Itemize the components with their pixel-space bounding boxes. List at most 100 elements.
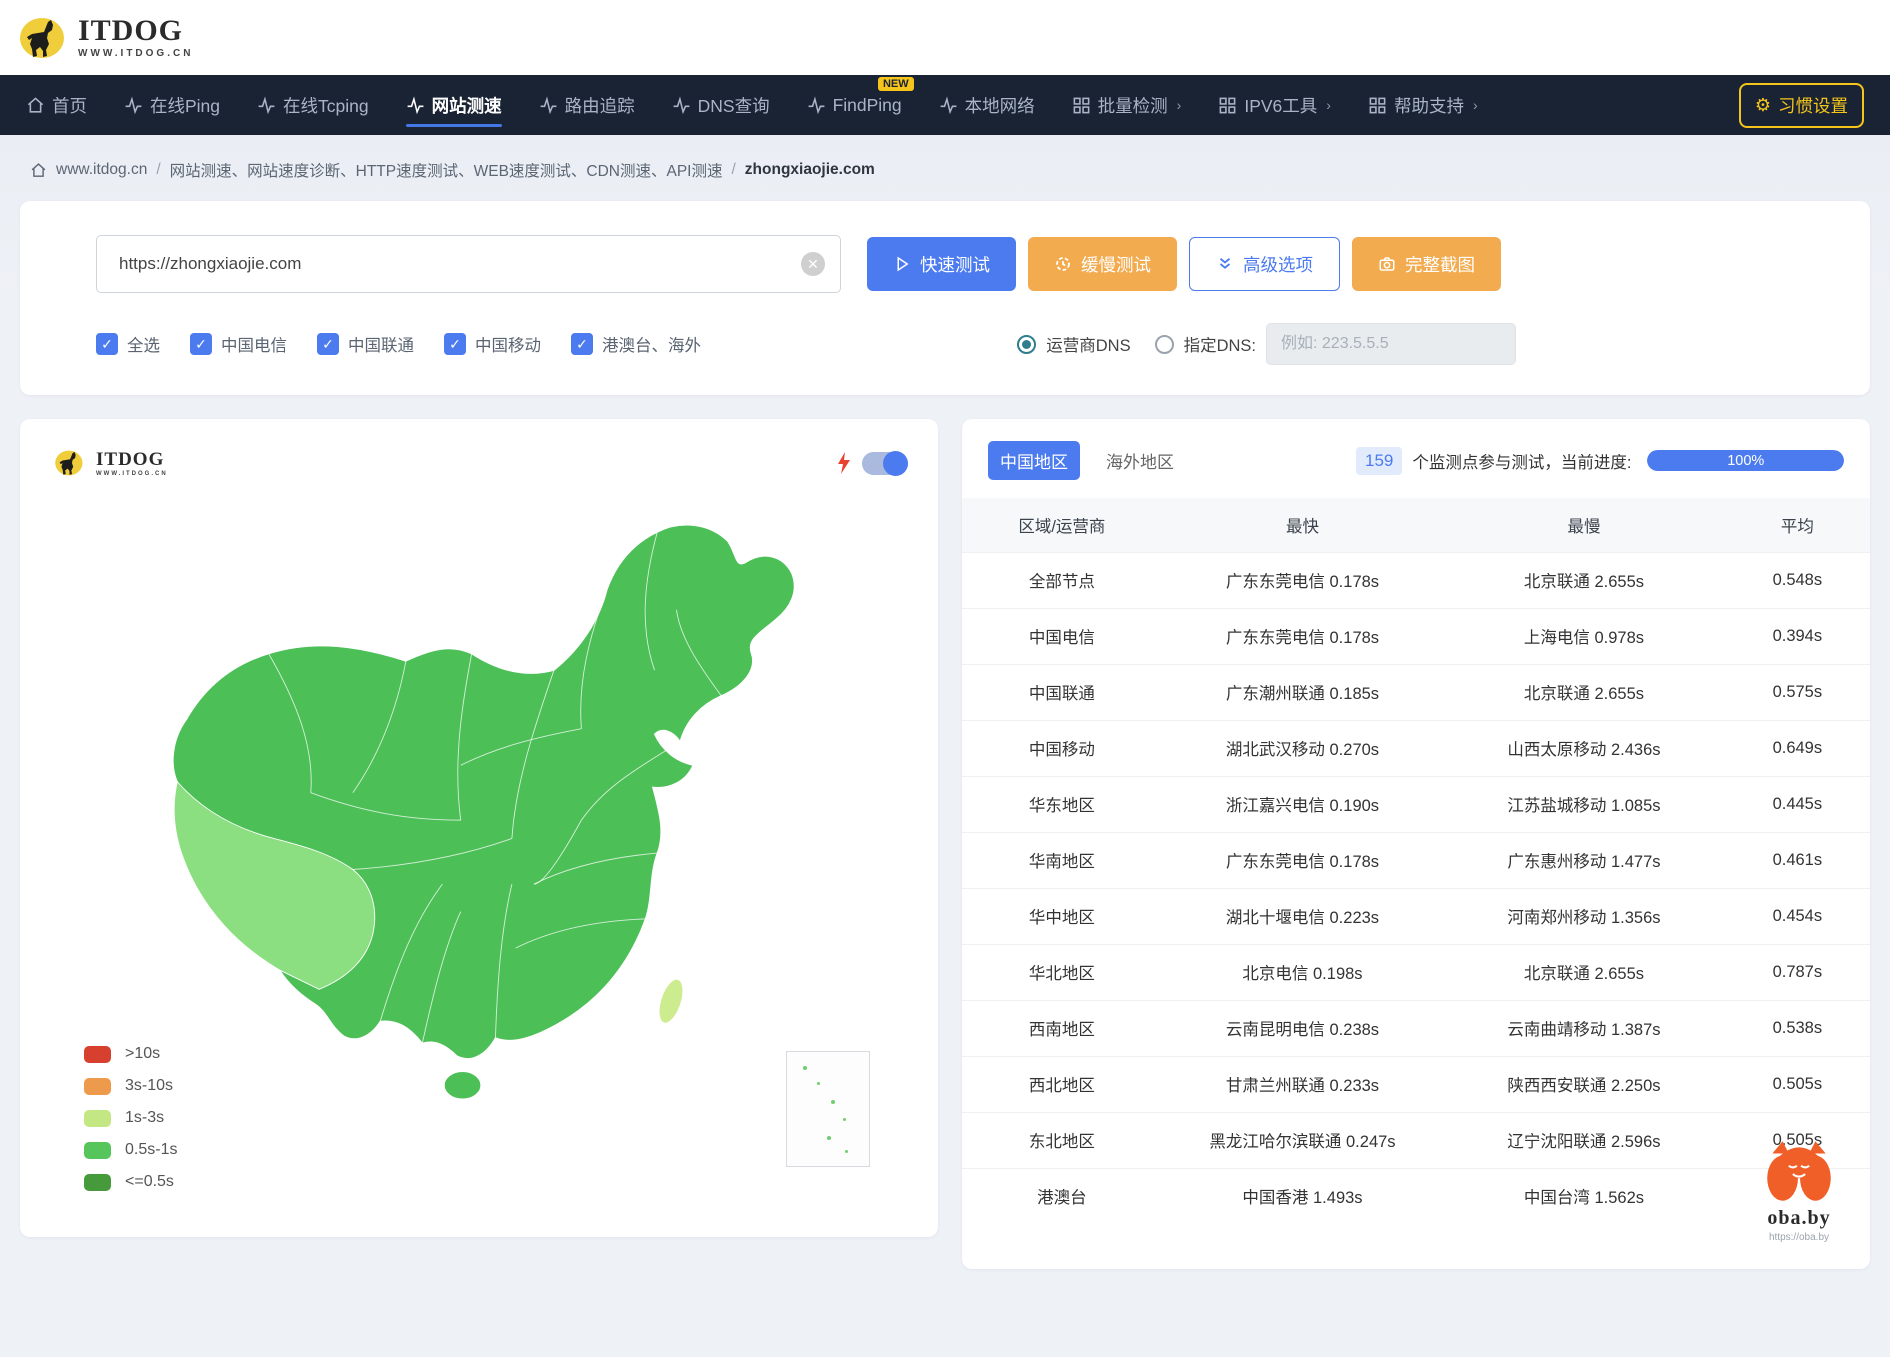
clear-input-icon[interactable]: ✕ (801, 252, 825, 276)
pulse-icon (539, 96, 558, 115)
nav-item-路由追踪[interactable]: 路由追踪 (539, 75, 635, 135)
page: ITDOG WWW.ITDOG.CN 首页在线Ping 在线Tcping 网站测速 路… (0, 0, 1890, 1357)
nav-item-label: 批量检测 (1098, 93, 1168, 118)
quick-test-button[interactable]: 快速测试 (867, 237, 1016, 291)
url-input[interactable] (96, 235, 841, 293)
nav-item-在线Ping[interactable]: 在线Ping (124, 75, 220, 135)
breadcrumb-home-link[interactable]: www.itdog.cn (56, 161, 147, 179)
checkbox-中国联通[interactable]: ✓中国联通 (317, 332, 414, 356)
table-row: 中国移动湖北武汉移动 0.270s山西太原移动 2.436s0.649s (962, 720, 1870, 776)
average-cell: 0.538s (1725, 1000, 1870, 1056)
nav-item-首页[interactable]: 首页 (26, 75, 87, 135)
progress-label: 个监测点参与测试，当前进度: (1412, 449, 1631, 473)
pulse-icon (807, 96, 826, 115)
checked-checkbox-icon[interactable]: ✓ (444, 333, 466, 355)
full-screenshot-button[interactable]: 完整截图 (1352, 237, 1501, 291)
logo-subtitle: WWW.ITDOG.CN (78, 49, 193, 59)
logo-title: ITDOG (96, 450, 168, 469)
region-cell: 华东地区 (962, 776, 1162, 832)
checkbox-全选[interactable]: ✓ 全选 (96, 332, 160, 356)
advanced-options-button[interactable]: 高级选项 (1189, 237, 1340, 291)
full-screenshot-label: 完整截图 (1405, 252, 1475, 277)
nav-item-DNS查询[interactable]: DNS查询 (672, 75, 770, 135)
grid-icon (1368, 96, 1387, 115)
custom-dns-radio[interactable] (1155, 335, 1174, 354)
legend-swatch (84, 1078, 111, 1095)
legend-item: 0.5s-1s (84, 1141, 177, 1159)
average-cell: 0.548s (1725, 552, 1870, 608)
tab-china-region[interactable]: 中国地区 (988, 441, 1080, 480)
average-cell: 0.461s (1725, 832, 1870, 888)
tab-overseas-region[interactable]: 海外地区 (1094, 441, 1186, 480)
table-row: 中国电信广东东莞电信 0.178s上海电信 0.978s0.394s (962, 608, 1870, 664)
region-cell: 中国移动 (962, 720, 1162, 776)
slowest-cell: 北京联通 2.655s (1443, 944, 1724, 1000)
average-cell: 0.649s (1725, 720, 1870, 776)
nav-item-帮助支持[interactable]: 帮助支持 › (1368, 75, 1478, 135)
checked-checkbox-icon[interactable]: ✓ (190, 333, 212, 355)
legend-swatch (84, 1046, 111, 1063)
nav-item-在线Tcping[interactable]: 在线Tcping (257, 75, 369, 135)
top-header: ITDOG WWW.ITDOG.CN (0, 0, 1890, 75)
checkbox-中国移动[interactable]: ✓ 中国移动 (444, 332, 541, 356)
checked-checkbox-icon[interactable]: ✓ (571, 333, 593, 355)
pulse-icon (257, 96, 276, 115)
slowest-cell: 河南郑州移动 1.356s (1443, 888, 1724, 944)
realtime-toggle[interactable] (862, 452, 908, 475)
checkbox-港澳台、海外[interactable]: ✓港澳台、海外 (571, 332, 701, 356)
nav-item-label: 本地网络 (965, 93, 1035, 118)
checkbox-中国电信[interactable]: ✓ 中国电信 (190, 332, 287, 356)
slowest-cell: 中国台湾 1.562s (1443, 1168, 1724, 1224)
table-row: 西南地区云南昆明电信 0.238s云南曲靖移动 1.387s0.538s (962, 1000, 1870, 1056)
settings-button[interactable]: ⚙ 习惯设置 (1739, 83, 1864, 128)
nav-item-label: IPV6工具 (1244, 93, 1317, 118)
progress-bar: 100% (1647, 450, 1844, 471)
checkbox-label: 中国电信 (221, 332, 287, 356)
slow-test-button[interactable]: 缓慢测试 (1028, 237, 1177, 291)
average-cell: 0.575s (1725, 664, 1870, 720)
fastest-cell: 广东东莞电信 0.178s (1162, 552, 1443, 608)
slow-test-label: 缓慢测试 (1081, 252, 1151, 277)
breadcrumb-path: 网站测速、网站速度诊断、HTTP速度测试、WEB速度测试、CDN测速、API测速 (170, 159, 723, 181)
checked-checkbox-icon[interactable]: ✓ (96, 333, 118, 355)
fastest-cell: 甘肃兰州联通 0.233s (1162, 1056, 1443, 1112)
china-map[interactable] (59, 491, 899, 1131)
watermark-url: https://oba.by (1744, 1232, 1854, 1243)
slowest-cell: 云南曲靖移动 1.387s (1443, 1000, 1724, 1056)
table-row: 华东地区浙江嘉兴电信 0.190s江苏盐城移动 1.085s0.445s (962, 776, 1870, 832)
map-panel: ITDOG WWW.ITDOG.CN >10s3s-10s1s-3s0.5s-1… (20, 419, 938, 1237)
region-cell: 华中地区 (962, 888, 1162, 944)
chevron-right-icon: › (1473, 97, 1478, 113)
nav-item-FindPing[interactable]: FindPingNEW (807, 75, 902, 135)
custom-dns-input[interactable] (1266, 323, 1516, 365)
pulse-icon (672, 96, 691, 115)
new-badge: NEW (878, 77, 914, 91)
nav-item-网站测速[interactable]: 网站测速 (406, 75, 502, 135)
breadcrumb-separator: / (156, 161, 160, 179)
lightning-icon (836, 452, 852, 474)
site-logo[interactable]: ITDOG WWW.ITDOG.CN (18, 16, 193, 60)
chevron-right-icon: › (1177, 97, 1182, 113)
nav-item-label: 网站测速 (432, 93, 502, 118)
nav-item-IPV6工具[interactable]: IPV6工具 › (1218, 75, 1331, 135)
nav-item-label: DNS查询 (698, 93, 770, 118)
operator-dns-radio[interactable] (1017, 335, 1036, 354)
chevron-right-icon: › (1326, 97, 1331, 113)
nav-item-label: 帮助支持 (1394, 93, 1464, 118)
nav-item-label: 路由追踪 (565, 93, 635, 118)
table-row: 全部节点广东东莞电信 0.178s北京联通 2.655s0.548s (962, 552, 1870, 608)
checkbox-label: 中国移动 (475, 332, 541, 356)
gear-icon: ⚙ (1755, 96, 1771, 114)
home-icon (30, 162, 47, 179)
checkbox-label: 全选 (127, 332, 160, 356)
nav-item-批量检测[interactable]: 批量检测 › (1072, 75, 1182, 135)
column-header: 区域/运营商 (962, 498, 1162, 552)
nav-item-本地网络[interactable]: 本地网络 (939, 75, 1035, 135)
legend-item: >10s (84, 1045, 177, 1063)
table-row: 中国联通广东潮州联通 0.185s北京联通 2.655s0.575s (962, 664, 1870, 720)
checked-checkbox-icon[interactable]: ✓ (317, 333, 339, 355)
pulse-icon (406, 96, 425, 115)
fastest-cell: 云南昆明电信 0.238s (1162, 1000, 1443, 1056)
region-cell: 华北地区 (962, 944, 1162, 1000)
fastest-cell: 广东潮州联通 0.185s (1162, 664, 1443, 720)
